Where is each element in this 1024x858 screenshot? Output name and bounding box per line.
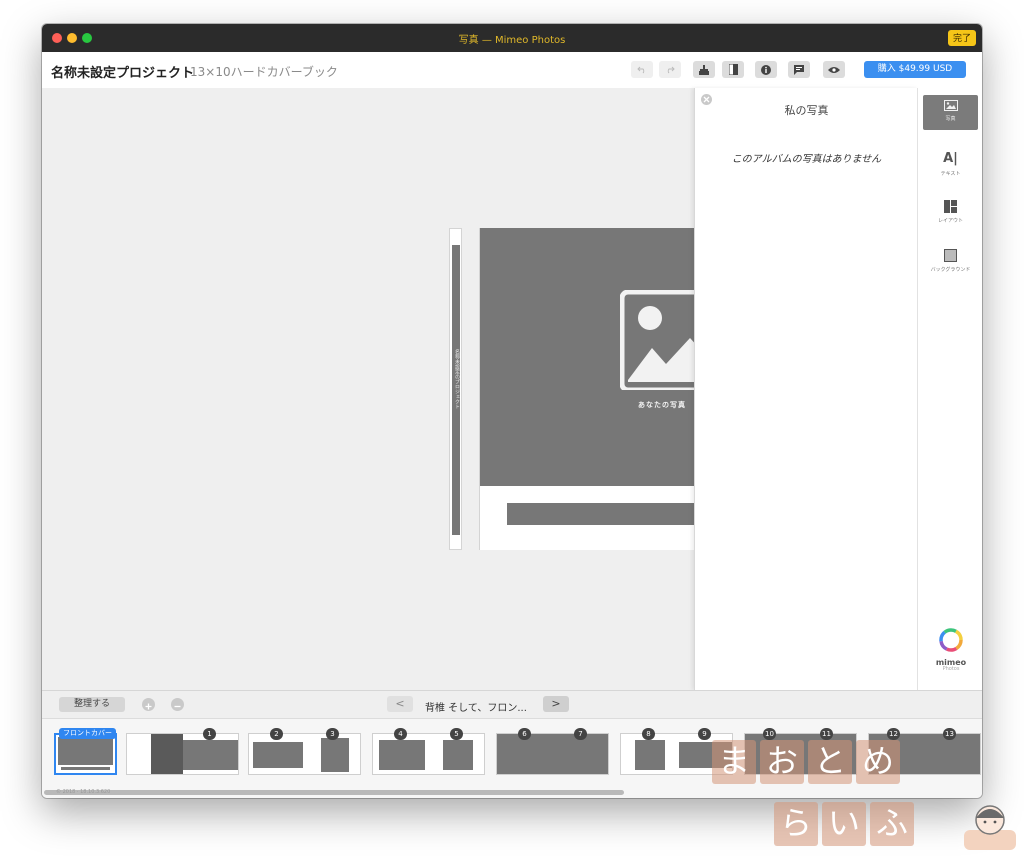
watermark-char: と (808, 740, 852, 784)
photo-placeholder-label: あなたの写真 (638, 401, 686, 409)
spine-title-text: 名称未設定のプロジェクト (454, 349, 460, 409)
sidebar-item-label: バックグラウンド (930, 267, 971, 273)
plus-icon (145, 703, 152, 710)
next-page-button[interactable]: > (543, 696, 569, 712)
minus-icon (174, 705, 181, 708)
app-window: 写真 — Mimeo Photos 完了 名称未設定プロジェクト 13×10ハー… (42, 24, 982, 798)
cover-photo-slot[interactable]: あなたの写真 (480, 228, 695, 486)
background-icon (944, 249, 957, 262)
watermark-char: ら (774, 802, 818, 846)
page-number-badge: 5 (450, 728, 463, 740)
preview-button[interactable] (823, 61, 845, 78)
right-sidebar: 写真 A| テキスト レイアウト バックグラウンド mimeo Photos (917, 88, 982, 690)
sidebar-item-background[interactable]: バックグラウンド (923, 245, 978, 280)
current-page-label: 背椎 そして、フロン... (425, 703, 527, 714)
front-cover[interactable]: あなたの写真 (479, 228, 695, 550)
text-icon: A| (943, 151, 958, 166)
brand-sub: Photos (942, 666, 960, 672)
thumbnail-spread[interactable] (496, 733, 609, 775)
toolbar: 名称未設定プロジェクト 13×10ハードカバーブック 購入 $49.99 USD (42, 52, 982, 89)
page-number-badge: 6 (518, 728, 531, 740)
page-number-badge: 12 (887, 728, 900, 740)
thumbnail-front-cover[interactable] (54, 733, 117, 775)
page-number-badge: 9 (698, 728, 711, 740)
page-number-badge: 7 (574, 728, 587, 740)
empty-album-message: このアルバムの写真はありません (731, 154, 882, 165)
cleanup-button[interactable] (693, 61, 715, 78)
thumbnail-scrollbar[interactable] (44, 790, 624, 795)
watermark-face-icon (964, 805, 1016, 850)
image-placeholder-icon (620, 290, 695, 390)
watermark-char: い (822, 802, 866, 846)
page-number-badge: 13 (943, 728, 956, 740)
project-name[interactable]: 名称未設定プロジェクト (51, 62, 194, 81)
title-bar: 写真 — Mimeo Photos 完了 (42, 24, 982, 52)
redo-button[interactable] (659, 61, 681, 78)
my-photos-panel: 私の写真 このアルバムの写真はありません (694, 88, 918, 690)
watermark-char: お (760, 740, 804, 784)
watermark-char: ふ (870, 802, 914, 846)
book-spine[interactable]: 名称未設定のプロジェクト (449, 228, 462, 550)
cover-title-area[interactable] (507, 503, 695, 525)
redo-icon (667, 66, 675, 73)
sidebar-item-label: レイアウト (937, 218, 963, 224)
photo-icon (943, 100, 958, 111)
sidebar-item-text[interactable]: A| テキスト (923, 147, 978, 182)
watermark-char: め (856, 740, 900, 784)
prev-page-button[interactable]: < (387, 696, 413, 712)
version-label: © 2018 · 18.10.3.620 (56, 789, 111, 795)
page-controls: 整理する < 背椎 そして、フロン... > (42, 690, 982, 719)
page-number-badge: 8 (642, 728, 655, 740)
info-icon (761, 64, 771, 75)
preview-eye-icon (828, 66, 840, 73)
buy-button[interactable]: 購入 $49.99 USD (864, 61, 966, 78)
done-button[interactable]: 完了 (947, 30, 976, 46)
sidebar-item-photos[interactable]: 写真 (923, 95, 978, 130)
page-number-badge: 11 (820, 728, 833, 740)
sidebar-item-label: 写真 (945, 116, 956, 122)
cover-icon (728, 64, 738, 75)
page-number-badge: 10 (763, 728, 776, 740)
undo-button[interactable] (631, 61, 653, 78)
project-product: 13×10ハードカバーブック (190, 65, 338, 79)
layout-icon (944, 200, 957, 213)
cover-button[interactable] (722, 61, 744, 78)
book-canvas: 名称未設定のプロジェクト あなたの写真 (42, 88, 695, 690)
page-number-badge: 1 (203, 728, 216, 740)
thumbnail-spread[interactable] (248, 733, 361, 775)
watermark-char: ま (712, 740, 756, 784)
thumbnail-spread[interactable] (126, 733, 239, 775)
undo-icon (637, 66, 645, 73)
page-number-badge: 2 (270, 728, 283, 740)
sidebar-item-label: テキスト (940, 171, 961, 177)
panel-title: 私の写真 (784, 104, 829, 117)
organize-button[interactable]: 整理する (59, 697, 125, 712)
mimeo-logo-icon (939, 628, 963, 652)
window-title: 写真 — Mimeo Photos (458, 35, 566, 46)
comment-icon (794, 64, 804, 75)
info-button[interactable] (755, 61, 777, 78)
front-cover-tag: フロントカバー (59, 728, 116, 739)
cleanup-icon (699, 64, 709, 75)
comment-button[interactable] (788, 61, 810, 78)
sidebar-item-layout[interactable]: レイアウト (923, 196, 978, 231)
mimeo-logo: mimeo Photos (935, 628, 967, 674)
remove-page-button[interactable] (171, 698, 184, 711)
page-number-badge: 3 (326, 728, 339, 740)
thumbnail-spread[interactable] (372, 733, 485, 775)
add-page-button[interactable] (142, 698, 155, 711)
page-number-badge: 4 (394, 728, 407, 740)
